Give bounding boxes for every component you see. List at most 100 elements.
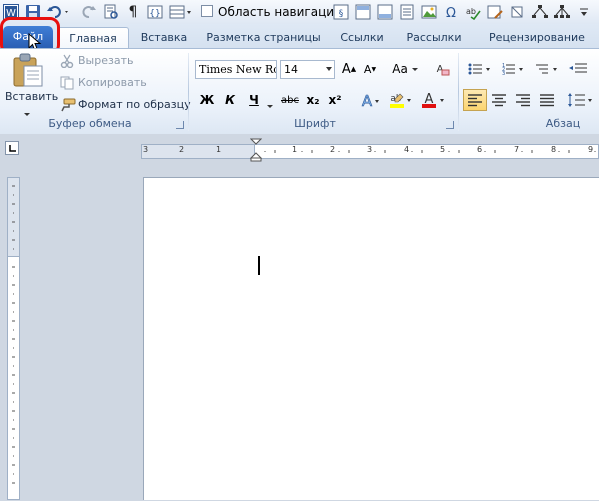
italic-button[interactable]: К: [220, 90, 240, 110]
grow-font-button[interactable]: A ▲: [339, 59, 359, 79]
justify-icon: [540, 94, 554, 107]
bold-button[interactable]: Ж: [197, 90, 217, 110]
tab-insert[interactable]: Вставка: [134, 27, 194, 48]
bullets-icon: [468, 63, 490, 75]
highlight-icon: ab: [390, 93, 411, 108]
ruler-number: 8: [551, 145, 557, 154]
ribbon: Вставить Вырезать Копировать Формат по о…: [0, 48, 599, 135]
spelling-icon[interactable]: ab: [464, 3, 482, 21]
line-spacing-button[interactable]: [566, 90, 596, 110]
bullets-button[interactable]: [466, 59, 494, 79]
decrease-indent-button[interactable]: [566, 59, 594, 79]
group-separator: [188, 53, 189, 131]
org-chart-icon[interactable]: [530, 3, 550, 21]
align-center-icon: [492, 94, 506, 107]
ruler-number: 2: [179, 145, 185, 154]
text-effects-icon: A: [362, 92, 379, 109]
quick-access-toolbar: W ¶ {} Область навигации § Ω ab: [0, 0, 599, 25]
tab-references[interactable]: Ссылки: [333, 27, 391, 48]
insert-field-icon[interactable]: {}: [146, 3, 166, 21]
underline-dropdown-icon[interactable]: [267, 98, 273, 111]
multilevel-list-button[interactable]: [533, 59, 561, 79]
text-effects-button[interactable]: A: [358, 90, 382, 110]
numbering-icon: 123: [502, 63, 523, 77]
highlight-color-button[interactable]: ab: [387, 90, 415, 110]
redo-icon[interactable]: [80, 3, 98, 21]
tab-review[interactable]: Рецензирование: [478, 27, 596, 48]
font-name-value: Times New Ro: [199, 63, 277, 76]
strikethrough-button[interactable]: abc: [278, 90, 302, 110]
copy-button[interactable]: Копировать: [78, 76, 147, 89]
copy-icon: [60, 76, 74, 93]
tab-stop-selector[interactable]: [5, 141, 19, 155]
svg-text:A: A: [362, 92, 373, 109]
font-group-label: Шрифт: [294, 117, 336, 130]
edit-picture-icon[interactable]: [486, 3, 504, 21]
vertical-ruler-ticks: [12, 185, 15, 250]
symbol-icon[interactable]: Ω: [442, 3, 460, 21]
ruler-number: 3: [367, 145, 373, 154]
align-center-button[interactable]: [488, 90, 510, 110]
svg-text:ab: ab: [466, 7, 476, 16]
word-count-icon[interactable]: §: [332, 3, 350, 21]
justify-button[interactable]: [536, 90, 558, 110]
nav-pane-label: Область навигации: [218, 5, 342, 19]
change-case-button[interactable]: Aa: [391, 59, 419, 79]
indent-marker-icon[interactable]: [249, 138, 263, 165]
paragraph-group-label: Абзац: [545, 117, 581, 130]
ruler-left-margin: [141, 144, 255, 159]
draw-icon[interactable]: [508, 3, 526, 21]
ruler-number: 9: [588, 145, 594, 154]
text-cursor: [258, 256, 260, 275]
format-painter-icon: [60, 98, 76, 115]
group-separator: [458, 53, 459, 131]
superscript-button[interactable]: x²: [325, 90, 345, 110]
numbering-button[interactable]: 123: [499, 59, 527, 79]
clear-formatting-icon: A: [437, 64, 450, 76]
clear-formatting-button[interactable]: A: [433, 59, 451, 79]
align-left-button[interactable]: [463, 89, 487, 111]
hierarchy-icon[interactable]: [552, 3, 572, 21]
show-marks-icon[interactable]: ¶: [124, 3, 142, 21]
tab-mailings[interactable]: Рассылки: [398, 27, 470, 48]
grow-font-label: A: [341, 61, 351, 77]
ruler-number: 4: [404, 145, 410, 154]
tab-page-layout[interactable]: Разметка страницы: [201, 27, 326, 48]
font-color-button[interactable]: A: [420, 90, 448, 110]
align-right-button[interactable]: [512, 90, 534, 110]
change-case-label: Aa: [392, 62, 408, 76]
line-spacing-icon: [568, 93, 592, 107]
document-page[interactable]: [143, 177, 599, 500]
underline-button[interactable]: Ч: [244, 90, 264, 110]
ribbon-tab-bar: Главная Вставка Разметка страницы Ссылки…: [0, 24, 599, 49]
nav-pane-checkbox[interactable]: [201, 5, 213, 17]
shrink-font-label: A: [363, 62, 372, 76]
ruler-number: 7: [514, 145, 520, 154]
subscript-button[interactable]: x₂: [303, 90, 323, 110]
table-menu-icon[interactable]: [168, 3, 194, 21]
cut-button[interactable]: Вырезать: [78, 54, 133, 67]
multilevel-list-icon: [536, 64, 557, 74]
print-preview-icon[interactable]: [102, 3, 120, 21]
clipboard-group-label: Буфер обмена: [48, 117, 132, 130]
paste-dropdown-icon[interactable]: [24, 106, 30, 119]
format-painter-button[interactable]: Формат по образцу: [78, 98, 191, 111]
font-size-value: 14: [284, 63, 298, 76]
page-icon[interactable]: [398, 3, 416, 21]
font-name-combo[interactable]: Times New Ro: [195, 60, 277, 79]
customize-qat-icon[interactable]: [576, 3, 592, 21]
align-right-icon: [516, 94, 530, 107]
tab-home[interactable]: Главная: [57, 27, 129, 49]
clipboard-launcher-icon[interactable]: [176, 121, 184, 129]
picture-icon[interactable]: [420, 3, 438, 21]
shrink-font-button[interactable]: A ▼: [361, 59, 379, 79]
chevron-down-icon: [326, 67, 332, 71]
svg-text:{}: {}: [149, 9, 160, 19]
header-icon[interactable]: [354, 3, 372, 21]
font-size-combo[interactable]: 14: [280, 60, 335, 79]
paste-button[interactable]: Вставить: [5, 90, 58, 103]
ruler-number: 5: [440, 145, 446, 154]
vertical-ruler-top-margin: [7, 177, 20, 257]
font-launcher-icon[interactable]: [446, 121, 454, 129]
footer-icon[interactable]: [376, 3, 394, 21]
